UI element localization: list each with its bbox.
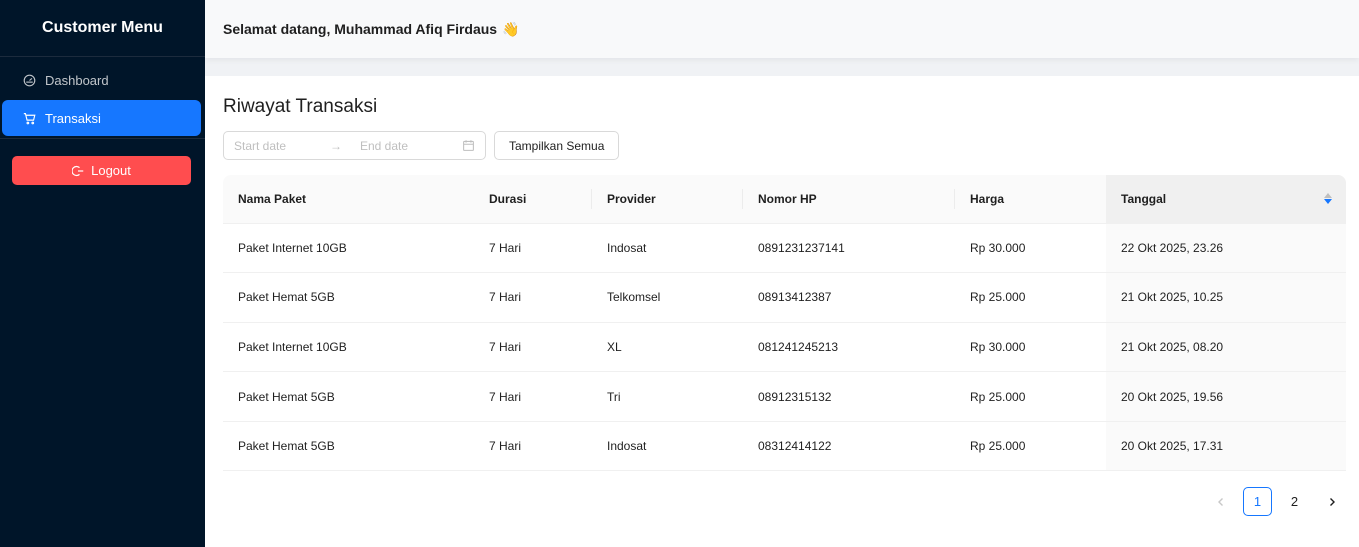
sidebar-item-label: Dashboard (45, 72, 109, 88)
calendar-icon (462, 139, 475, 152)
chevron-right-icon (1329, 497, 1335, 506)
cell-harga: Rp 25.000 (955, 421, 1106, 472)
cell-nomor-hp: 0891231237141 (743, 223, 955, 274)
transaction-table: Nama Paket Durasi Provider Nomor HP Harg… (223, 175, 1346, 472)
show-all-button[interactable]: Tampilkan Semua (494, 131, 620, 160)
sidebar: Customer Menu Dashboard Transaksi Logout (0, 0, 205, 547)
column-header-durasi[interactable]: Durasi (474, 175, 592, 224)
column-header-harga[interactable]: Harga (955, 175, 1106, 224)
date-range-picker[interactable]: Start date → End date (223, 131, 486, 160)
cell-nama-paket: Paket Hemat 5GB (223, 371, 474, 422)
sort-icon[interactable] (1324, 193, 1332, 204)
table-row: Paket Hemat 5GB 7 Hari Indosat 083124141… (223, 421, 1346, 472)
sidebar-item-dashboard[interactable]: Dashboard (2, 62, 201, 98)
column-label: Tanggal (1121, 191, 1167, 206)
page-1-button[interactable]: 1 (1243, 487, 1272, 516)
prev-page-button[interactable] (1206, 487, 1235, 516)
cell-tanggal: 20 Okt 2025, 17.31 (1106, 421, 1346, 472)
cell-provider: XL (592, 322, 743, 373)
cell-nama-paket: Paket Internet 10GB (223, 322, 474, 373)
column-label: Provider (607, 191, 656, 206)
next-page-button[interactable] (1317, 487, 1346, 516)
cell-provider: Indosat (592, 421, 743, 472)
main-content: Riwayat Transaksi Start date → End date … (205, 76, 1359, 547)
cell-tanggal: 20 Okt 2025, 19.56 (1106, 371, 1346, 422)
sidebar-title: Customer Menu (0, 0, 205, 57)
page-title: Riwayat Transaksi (223, 96, 378, 117)
cell-harga: Rp 30.000 (955, 322, 1106, 373)
column-label: Nomor HP (758, 191, 817, 206)
start-date-input[interactable]: Start date (234, 139, 330, 153)
cell-durasi: 7 Hari (474, 223, 592, 274)
cell-tanggal: 21 Okt 2025, 08.20 (1106, 322, 1346, 373)
cell-nama-paket: Paket Internet 10GB (223, 223, 474, 274)
cell-tanggal: 22 Okt 2025, 23.26 (1106, 223, 1346, 274)
column-label: Harga (970, 191, 1005, 206)
table-row: Paket Internet 10GB 7 Hari XL 0812412452… (223, 322, 1346, 373)
cell-durasi: 7 Hari (474, 322, 592, 373)
arrow-right-icon: → (330, 138, 342, 153)
table-header-row: Nama Paket Durasi Provider Nomor HP Harg… (223, 175, 1346, 224)
sidebar-divider (0, 138, 205, 139)
dashboard-icon (22, 73, 36, 87)
cell-provider: Telkomsel (592, 272, 743, 323)
cell-tanggal: 21 Okt 2025, 10.25 (1106, 272, 1346, 323)
logout-icon (72, 165, 84, 177)
end-date-input[interactable]: End date (360, 139, 462, 153)
column-header-nama-paket[interactable]: Nama Paket (223, 175, 474, 224)
column-header-provider[interactable]: Provider (592, 175, 743, 224)
cell-harga: Rp 25.000 (955, 371, 1106, 422)
sidebar-item-transaksi[interactable]: Transaksi (2, 100, 201, 136)
chevron-left-icon (1217, 497, 1223, 506)
filter-bar: Start date → End date Tampilkan Semua (223, 131, 620, 160)
cell-durasi: 7 Hari (474, 421, 592, 472)
cell-harga: Rp 30.000 (955, 223, 1106, 274)
column-header-tanggal[interactable]: Tanggal (1106, 175, 1346, 224)
cell-harga: Rp 25.000 (955, 272, 1106, 323)
logout-button[interactable]: Logout (12, 156, 191, 185)
cell-nama-paket: Paket Hemat 5GB (223, 421, 474, 472)
table-row: Paket Internet 10GB 7 Hari Indosat 08912… (223, 223, 1346, 274)
sidebar-menu: Dashboard Transaksi (0, 57, 205, 136)
page-2-button[interactable]: 2 (1280, 487, 1309, 516)
wave-emoji: 👋 (502, 20, 520, 37)
cart-icon (22, 111, 36, 125)
cell-nomor-hp: 081241245213 (743, 322, 955, 373)
column-header-nomor-hp[interactable]: Nomor HP (743, 175, 955, 224)
cell-durasi: 7 Hari (474, 371, 592, 422)
table-row: Paket Hemat 5GB 7 Hari Telkomsel 0891341… (223, 272, 1346, 323)
cell-provider: Tri (592, 371, 743, 422)
column-label: Durasi (489, 191, 527, 206)
cell-nomor-hp: 08312414122 (743, 421, 955, 472)
pagination: 1 2 (1206, 487, 1346, 516)
column-label: Nama Paket (238, 191, 307, 206)
logout-label: Logout (91, 163, 131, 178)
cell-nama-paket: Paket Hemat 5GB (223, 272, 474, 323)
top-header: Selamat datang, Muhammad Afiq Firdaus 👋 (205, 0, 1359, 58)
cell-durasi: 7 Hari (474, 272, 592, 323)
cell-nomor-hp: 08913412387 (743, 272, 955, 323)
table-row: Paket Hemat 5GB 7 Hari Tri 08912315132 R… (223, 371, 1346, 422)
cell-nomor-hp: 08912315132 (743, 371, 955, 422)
sidebar-item-label: Transaksi (45, 110, 101, 126)
cell-provider: Indosat (592, 223, 743, 274)
welcome-text: Selamat datang, Muhammad Afiq Firdaus (223, 21, 498, 37)
